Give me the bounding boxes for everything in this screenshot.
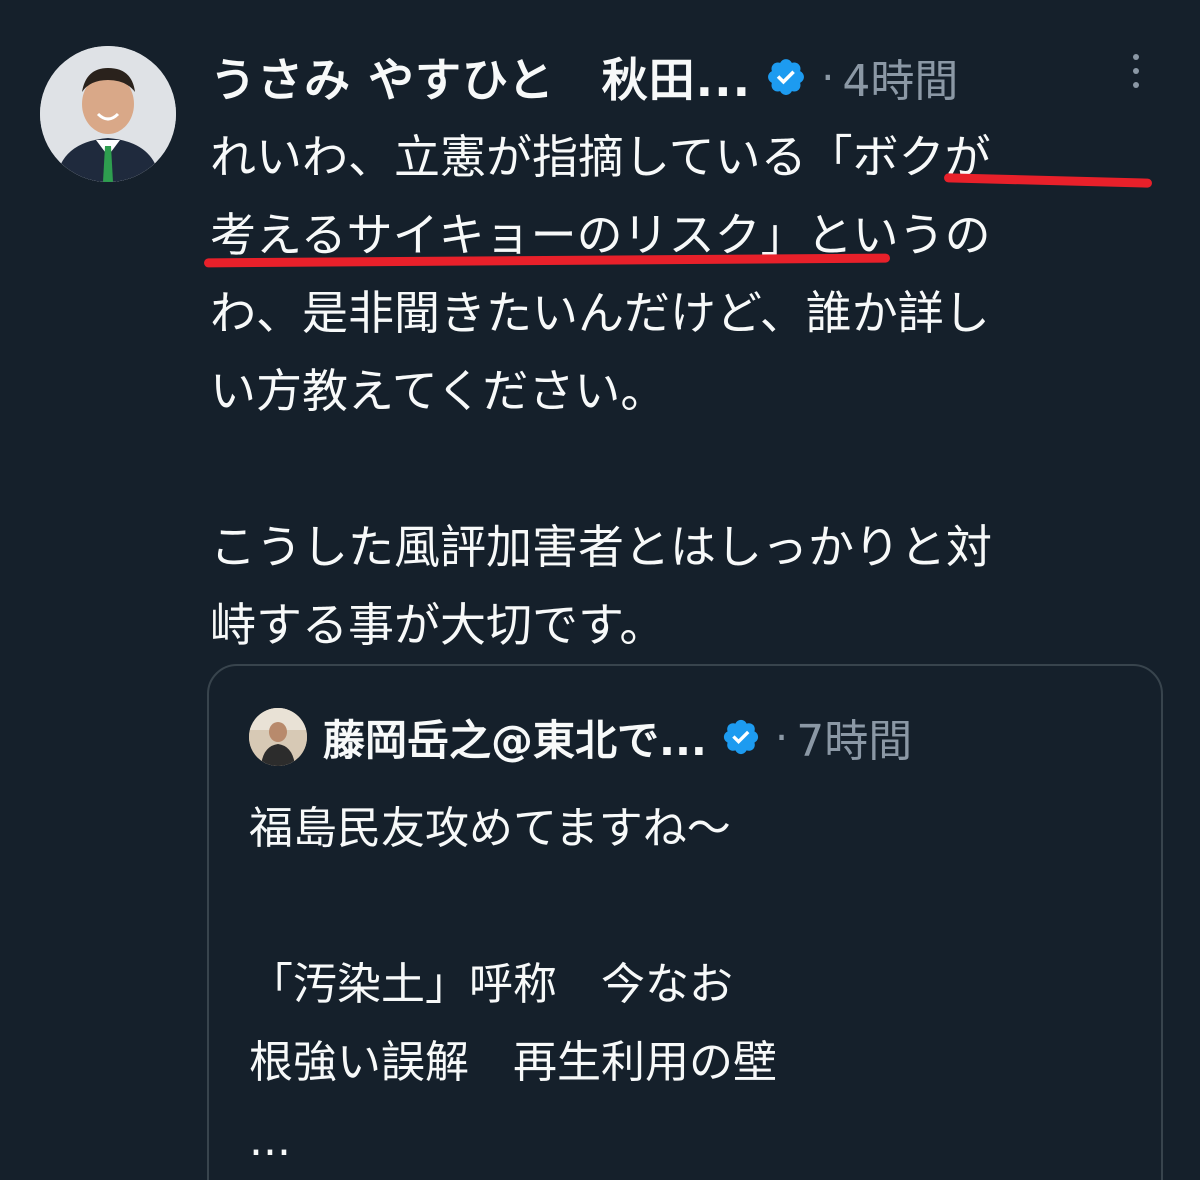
quoted-header-separator: ·: [774, 712, 789, 762]
more-options-icon[interactable]: [1126, 54, 1146, 114]
quoted-avatar[interactable]: [249, 708, 307, 766]
header-separator: ·: [821, 52, 835, 102]
avatar[interactable]: [40, 46, 176, 182]
quoted-body-ellipsis: ...: [249, 1115, 291, 1166]
tweet-body-line: い方教えてください。: [210, 364, 667, 418]
quoted-tweet-body: 福島民友攻めてますね〜 「汚染土」呼称 今なお 根強い誤解 再生利用の壁 ...: [249, 790, 1129, 1180]
quoted-tweet[interactable]: 藤岡岳之@東北で... · 7時間 福島民友攻めてますね〜 「汚染土」呼称 今な…: [207, 664, 1163, 1180]
verified-badge-icon: [721, 717, 761, 757]
tweet-body-line: 峙する事が大切です。: [210, 598, 666, 652]
tweet-body-blank-line: [210, 430, 1170, 508]
tweet-body: れいわ、立憲が指摘している「ボクが 考えるサイキョーのリスク」というの わ、是非…: [210, 118, 1170, 664]
quoted-tweet-timestamp[interactable]: 7時間: [796, 705, 912, 769]
tweet-body-line: わ、是非聞きたいんだけど、誰か詳し: [210, 286, 990, 340]
quoted-tweet-header: 藤岡岳之@東北で... · 7時間: [249, 702, 912, 772]
tweet[interactable]: うさみ やすひと 秋田... · 4時間 れいわ、立憲が指摘している「ボクが 考…: [0, 0, 1200, 1180]
tweet-body-line: こうした風評加害者とはしっかりと対: [210, 520, 992, 574]
tweet-timestamp[interactable]: 4時間: [842, 45, 958, 109]
author-name[interactable]: うさみ やすひと 秋田...: [210, 44, 751, 110]
verified-badge-icon: [765, 56, 807, 98]
quoted-body-line: 福島民友攻めてますね〜: [249, 803, 731, 854]
quoted-body-blank-line: [249, 868, 1129, 946]
quoted-body-line: 根強い誤解 再生利用の壁: [249, 1037, 777, 1088]
quoted-author-name[interactable]: 藤岡岳之@東北で...: [323, 707, 707, 768]
tweet-header: うさみ やすひと 秋田... · 4時間: [210, 42, 1170, 112]
quoted-body-line: 「汚染土」呼称 今なお: [249, 959, 733, 1010]
quoted-profile-photo: [249, 708, 307, 766]
profile-photo: [40, 46, 176, 182]
